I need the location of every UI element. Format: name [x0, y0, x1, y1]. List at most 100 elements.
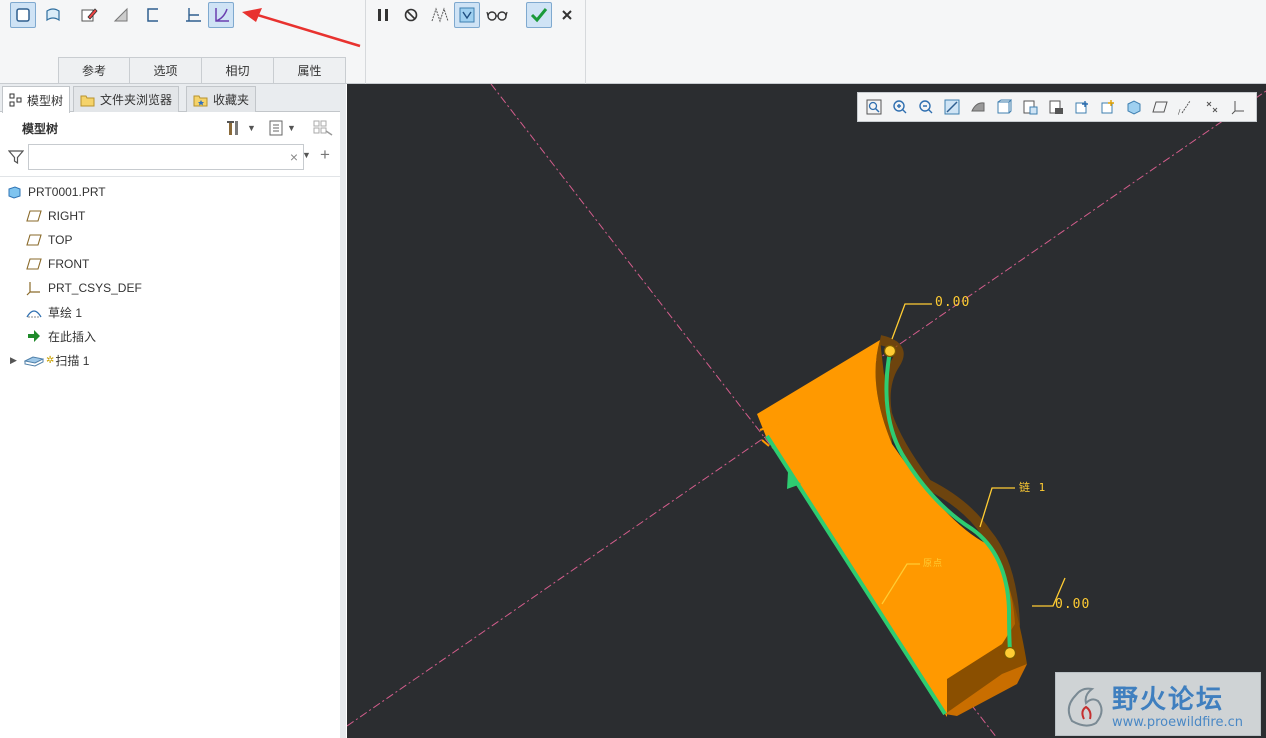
view-toolbar: / [857, 92, 1257, 122]
section-icon [1075, 101, 1088, 114]
folder-browser-icon [80, 95, 95, 106]
clear-icon[interactable]: × [290, 149, 298, 165]
tree-item-insert-here[interactable]: 在此插入 [0, 324, 340, 348]
filter-icon[interactable] [8, 149, 24, 165]
tree-item-label: 草绘 1 [48, 305, 83, 320]
sketch-feature-icon [26, 304, 42, 320]
tree-item-part[interactable]: PRT0001.PRT [0, 180, 340, 204]
start-dimension[interactable]: 0.00 [935, 295, 970, 310]
verify-button[interactable] [454, 2, 480, 28]
tree-item-top[interactable]: TOP [0, 228, 340, 252]
part-icon [6, 184, 22, 200]
no-preview-button[interactable] [398, 2, 424, 28]
refit-button[interactable] [862, 96, 885, 118]
tree-item-front[interactable]: FRONT [0, 252, 340, 276]
sketch-button[interactable] [76, 2, 102, 28]
glasses-button[interactable] [484, 2, 510, 28]
tree-item-label: RIGHT [48, 209, 86, 223]
tab-options[interactable]: 选项 [130, 57, 202, 83]
thicken-icon [147, 8, 158, 22]
tab-model-tree[interactable]: 模型树 [2, 86, 71, 113]
watermark-url: www.proewildfire.cn [1112, 715, 1243, 730]
start-handle[interactable] [883, 344, 897, 358]
end-dimension[interactable]: 0.00 [1055, 597, 1090, 612]
repaint-icon [944, 99, 959, 115]
model-tree-panel: 模型树 文件夹浏览器 收藏夹 模型树 ▼ ▼ × ▼ + PRT0001.PRT… [0, 84, 346, 738]
end-handle[interactable] [1003, 646, 1017, 660]
solid-button[interactable] [10, 2, 36, 28]
panel-tabs: 模型树 文件夹浏览器 收藏夹 [0, 84, 346, 113]
zoom-out-button[interactable] [914, 96, 937, 118]
perspective-button[interactable] [1044, 96, 1067, 118]
camera-icon [1049, 100, 1063, 114]
search-input[interactable]: × [28, 144, 304, 170]
insert-here-arrow-icon [26, 328, 42, 344]
svg-text:/: / [1178, 108, 1181, 115]
csys-display-button[interactable] [1226, 96, 1249, 118]
close-icon [562, 10, 572, 20]
solid-icon [16, 8, 30, 22]
tab-folder-browser[interactable]: 文件夹浏览器 [73, 86, 180, 112]
tab-references[interactable]: 参考 [58, 57, 130, 83]
tree-item-csys[interactable]: PRT_CSYS_DEF [0, 276, 340, 300]
watermark-title: 野火论坛 [1112, 685, 1225, 715]
constant-section-button[interactable] [180, 2, 206, 28]
cube-icon [1127, 100, 1140, 115]
pause-button[interactable] [370, 2, 396, 28]
repaint-button[interactable] [940, 96, 963, 118]
tab-favorites[interactable]: 收藏夹 [186, 86, 257, 112]
ok-button[interactable] [526, 2, 552, 28]
axis-display-icon: / [1178, 100, 1190, 115]
sketch-icon [81, 8, 98, 22]
tree-item-sweep[interactable]: ▶ ✲ 扫描 1 [0, 348, 340, 372]
remove-material-button[interactable] [108, 2, 134, 28]
saved-orientations-button[interactable] [992, 96, 1015, 118]
plane-display-button[interactable] [1148, 96, 1171, 118]
view-manager-button[interactable] [1018, 96, 1041, 118]
sweep-dashboard: 参考 选项 相切 属性 [0, 0, 1266, 84]
tree-settings-button[interactable]: ▼ [226, 116, 256, 140]
geometry-preview-button[interactable] [426, 2, 452, 28]
spin-center-button[interactable] [1096, 96, 1119, 118]
tree-item-label: PRT0001.PRT [28, 185, 106, 199]
cancel-button[interactable] [554, 2, 580, 28]
sweep-solid[interactable] [757, 335, 1027, 717]
surface-button[interactable] [40, 2, 66, 28]
constant-section-icon [186, 8, 201, 22]
geometry-preview-icon [431, 7, 449, 23]
chevron-down-icon: ▼ [287, 123, 296, 133]
origin-label[interactable]: 原点 [923, 556, 943, 569]
tab-tangency[interactable]: 相切 [202, 57, 274, 83]
no-preview-icon [404, 8, 418, 22]
csys-icon [26, 280, 42, 296]
tree-item-right[interactable]: RIGHT [0, 204, 340, 228]
thicken-button[interactable] [140, 2, 166, 28]
view-manager-icon [1023, 100, 1037, 115]
chain-label[interactable]: 链 1 [1019, 479, 1046, 495]
datum-plane-icon [26, 256, 42, 272]
appearance-button[interactable] [1122, 96, 1145, 118]
axis-display-button[interactable]: / [1174, 96, 1197, 118]
datum-plane-icon [26, 208, 42, 224]
tab-properties[interactable]: 属性 [274, 57, 346, 83]
favorites-icon [193, 95, 208, 106]
add-icon[interactable]: + [320, 145, 330, 165]
tree-item-sketch[interactable]: 草绘 1 [0, 300, 340, 324]
panel-scrollbar[interactable] [340, 84, 346, 738]
point-display-icon [1206, 101, 1217, 113]
display-style-button[interactable] [966, 96, 989, 118]
zoom-in-button[interactable] [888, 96, 911, 118]
section-button[interactable] [1070, 96, 1093, 118]
show-options-button[interactable]: ▼ [268, 116, 296, 140]
expand-arrow-icon[interactable]: ▶ [10, 355, 24, 366]
point-display-button[interactable] [1200, 96, 1223, 118]
graphics-window[interactable]: 0.00 0.00 链 1 原点 / 野火论坛 www.proewildfire… [347, 84, 1266, 738]
regenerate-star-icon: ✲ [46, 354, 55, 366]
model-tree: PRT0001.PRT RIGHT TOP FRONT PRT_CSYS_DEF… [0, 180, 340, 372]
spin-icon [1101, 100, 1114, 114]
variable-section-button[interactable] [208, 2, 234, 28]
csys-display-icon [1231, 101, 1244, 115]
chevron-down-icon: ▼ [247, 123, 256, 133]
chevron-down-icon[interactable]: ▼ [302, 150, 311, 160]
tree-filter-off-button[interactable] [312, 116, 334, 140]
